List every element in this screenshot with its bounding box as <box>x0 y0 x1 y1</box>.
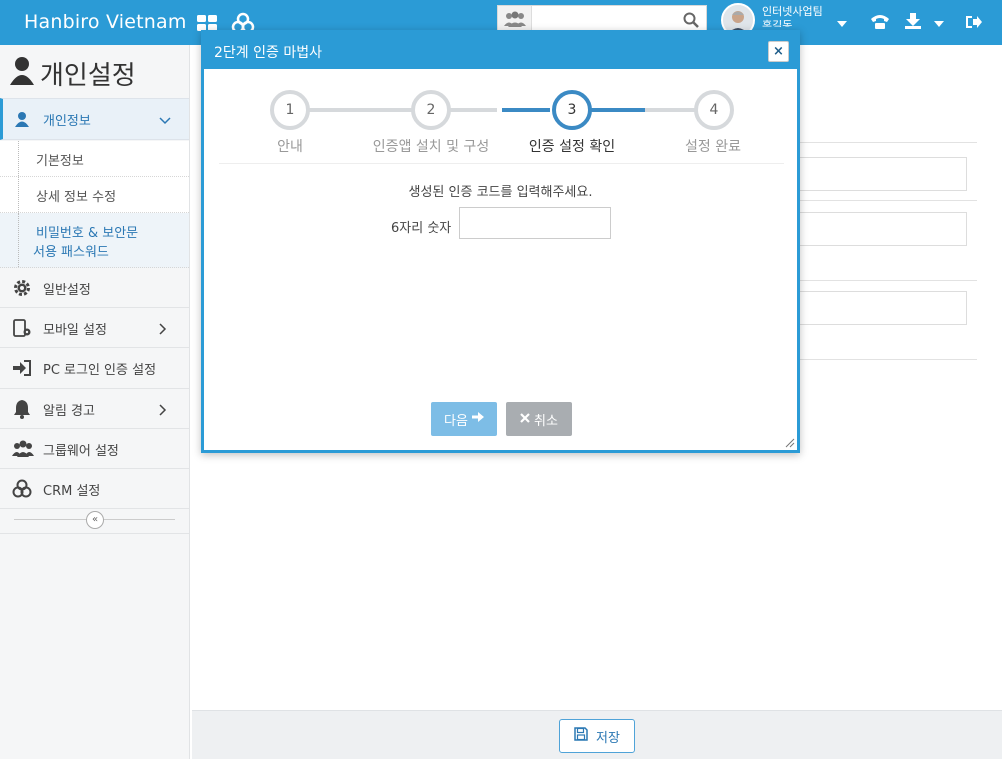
divider <box>219 163 784 164</box>
chevron-right-icon <box>159 404 169 416</box>
sidebar-item-crm-settings[interactable]: CRM 설정 <box>0 469 189 509</box>
sign-in-icon <box>12 358 32 378</box>
step-connector <box>502 108 550 112</box>
sidebar-item-general-settings[interactable]: 일반설정 <box>0 268 189 308</box>
sidebar-section-personal-info[interactable]: 개인정보 <box>0 98 189 140</box>
logout-icon[interactable] <box>965 13 983 35</box>
arrow-right-icon <box>471 411 484 427</box>
search-icon[interactable] <box>683 12 699 32</box>
verification-code-input[interactable] <box>459 207 611 239</box>
background-field[interactable] <box>797 157 967 191</box>
step-3-indicator: 3 <box>552 90 592 130</box>
step-2-indicator: 2 <box>411 90 451 130</box>
chevron-right-icon <box>159 323 169 335</box>
chevron-down-icon <box>159 114 171 125</box>
instruction-text: 생성된 인증 코드를 입력해주세요. <box>408 185 593 200</box>
step-connector <box>309 108 423 112</box>
user-icon <box>15 111 29 131</box>
user-icon <box>10 55 34 92</box>
download-dropdown-chevron-icon[interactable] <box>934 17 944 32</box>
close-button[interactable]: × <box>768 41 789 62</box>
sidebar-item-basic-info[interactable]: 기본정보 <box>0 141 189 177</box>
sidebar-item-notification-alert[interactable]: 알림 경고 <box>0 389 189 429</box>
resize-handle-icon[interactable] <box>783 436 795 448</box>
sidebar-collapse-row: « <box>0 506 189 534</box>
dialog-title: 2단계 인증 마법사 <box>214 45 322 61</box>
step-connector <box>645 108 696 112</box>
gear-icon <box>12 278 32 298</box>
sidebar-item-mobile-settings[interactable]: 모바일 설정 <box>0 308 189 348</box>
two-factor-auth-wizard-dialog: 2단계 인증 마법사 × 1 2 3 4 안내 인증앱 설치 및 구성 인증 설… <box>201 30 800 453</box>
dialog-header[interactable]: 2단계 인증 마법사 × <box>204 33 797 69</box>
mobile-settings-icon <box>12 318 32 338</box>
phone-icon[interactable] <box>870 13 890 35</box>
save-button[interactable]: 저장 <box>559 719 635 753</box>
x-icon <box>520 412 530 427</box>
step-3-label: 인증 설정 확인 <box>528 139 616 155</box>
sidebar-title: 개인설정 <box>10 55 136 92</box>
sidebar: 개인설정 개인정보 기본정보 상세 정보 수정 비밀번호 & 보안문 서용 패스… <box>0 45 190 759</box>
code-field-label: 6자리 숫자 <box>391 221 452 236</box>
sidebar-item-pc-login-auth[interactable]: PC 로그인 인증 설정 <box>0 348 189 389</box>
background-field[interactable] <box>797 212 967 246</box>
download-icon[interactable] <box>904 12 922 34</box>
step-connector <box>590 108 645 112</box>
cancel-button[interactable]: 취소 <box>506 402 572 436</box>
user-name[interactable]: 인터넷사업팀 홍길동 <box>762 5 823 27</box>
step-1-label: 안내 <box>277 139 303 155</box>
floppy-disk-icon <box>574 727 588 745</box>
bell-icon <box>12 399 32 419</box>
users-icon <box>12 439 34 459</box>
step-2-label: 인증앱 설치 및 구성 <box>372 139 490 155</box>
background-field[interactable] <box>797 291 967 325</box>
sidebar-item-password-security[interactable]: 비밀번호 & 보안문 서용 패스워드 <box>0 213 189 268</box>
crm-logo-icon <box>12 479 32 499</box>
brand-logo[interactable]: Hanbiro Vietnam <box>24 11 187 33</box>
step-1-indicator: 1 <box>270 90 310 130</box>
footer-bar: 저장 <box>192 710 1002 759</box>
user-dropdown-chevron-icon[interactable] <box>837 17 847 32</box>
sidebar-item-groupware-settings[interactable]: 그룹웨어 설정 <box>0 429 189 469</box>
collapse-sidebar-button[interactable]: « <box>86 511 104 529</box>
next-button[interactable]: 다음 <box>431 402 497 436</box>
sidebar-item-edit-details[interactable]: 상세 정보 수정 <box>0 177 189 213</box>
step-4-indicator: 4 <box>694 90 734 130</box>
wizard-steps: 1 2 3 4 안내 인증앱 설치 및 구성 인증 설정 확인 설정 완료 <box>222 88 782 158</box>
step-connector <box>449 108 497 112</box>
step-4-label: 설정 완료 <box>685 139 741 155</box>
